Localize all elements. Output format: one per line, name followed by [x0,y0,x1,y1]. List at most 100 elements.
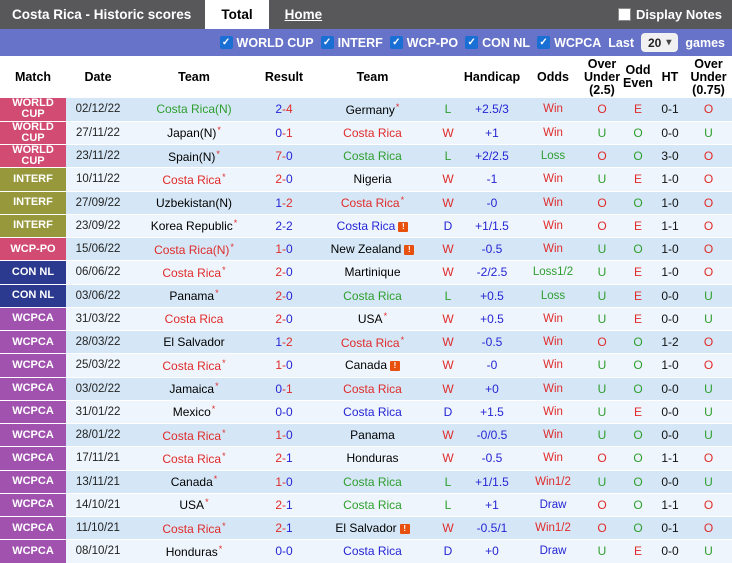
match-competition: WORLD CUP [0,98,66,122]
away-team-name[interactable]: New Zealand [331,242,402,256]
filter-item-con-nl: ✓ CON NL [465,36,530,50]
home-team-cell: Costa Rica [130,307,258,332]
note-icon: ! [404,245,415,256]
display-notes-checkbox[interactable] [618,8,632,21]
away-team-name[interactable]: Costa Rica [343,126,402,140]
score-cell: 1-0 [258,237,310,262]
match-date: 25/03/22 [66,353,130,378]
home-advantage-star-icon: * [383,311,388,322]
match-row: CON NL 06/06/22 Costa Rica* 2-0 Martinique W -… [0,260,732,285]
away-team-cell: Honduras [310,446,435,471]
handicap-value: +0.5 [461,284,523,308]
away-team-cell: New Zealand! [310,237,435,262]
home-team-name[interactable]: Costa Rica [162,359,221,373]
away-team-name[interactable]: Honduras [346,451,398,465]
away-team-cell: Panama [310,423,435,448]
away-score: 0 [286,311,293,326]
home-score: 1 [275,242,282,257]
away-team-name[interactable]: Costa Rica [343,498,402,512]
odd-even: O [621,191,655,215]
away-team-name[interactable]: Costa Rica [343,149,402,163]
tab-home[interactable]: Home [269,0,339,29]
match-competition: WORLD CUP [0,144,66,169]
away-team-cell: Costa Rica [310,400,435,425]
away-team-cell: Costa Rica [310,377,435,401]
checkbox-checked-icon[interactable]: ✓ [537,36,551,49]
home-team-name[interactable]: El Salvador [163,335,224,349]
checkbox-checked-icon[interactable]: ✓ [320,36,334,49]
home-team-name[interactable]: Costa Rica [162,173,221,187]
col-header-9: Odd Even [621,56,655,98]
away-team-name[interactable]: Costa Rica [337,219,396,233]
home-team-name[interactable]: Costa Rica [165,312,224,326]
away-team-name[interactable]: Costa Rica [343,289,402,303]
home-team-name[interactable]: Panama [169,289,214,303]
odd-even: E [621,98,655,122]
match-competition: WCPCA [0,423,66,448]
away-team-name[interactable]: Costa Rica [343,405,402,419]
handicap-odds-result: Win [523,446,583,471]
odd-even: O [621,237,655,262]
away-score: 2 [286,335,293,350]
handicap-odds-result: Loss1/2 [523,260,583,285]
away-team-name[interactable]: Nigeria [353,172,391,186]
home-score: 2 [275,497,282,512]
win-draw-loss: L [435,470,461,494]
last-games-value: 20 [648,35,662,50]
home-team-name[interactable]: Costa Rica [162,522,221,536]
checkbox-checked-icon[interactable]: ✓ [219,36,233,49]
halftime-score: 0-0 [655,121,685,146]
home-team-name[interactable]: Jamaica [169,382,214,396]
checkbox-checked-icon[interactable]: ✓ [389,36,403,49]
tab-total[interactable]: Total [205,0,269,29]
home-team-name[interactable]: Mexico [173,405,211,419]
away-team-name[interactable]: Canada [345,358,387,372]
home-team-name[interactable]: Costa Rica(N) [156,102,231,116]
handicap-odds-result: Win [523,353,583,378]
home-team-cell: Mexico* [130,400,258,425]
match-competition: WCPCA [0,330,66,355]
handicap-value: -0.5/1 [461,516,523,541]
away-team-name[interactable]: Costa Rica [343,475,402,489]
col-header-4: Team [310,56,435,98]
over-under-2-5: O [583,446,621,471]
away-team-name[interactable]: Martinique [344,265,400,279]
away-team-name[interactable]: USA [358,312,383,326]
home-team-name[interactable]: Uzbekistan(N) [156,196,232,210]
home-team-name[interactable]: Japan(N) [167,126,216,140]
away-team-name[interactable]: Costa Rica [343,382,402,396]
last-games-select[interactable]: 20 ▾ [641,33,679,52]
home-team-name[interactable]: Spain(N) [168,150,215,164]
home-team-name[interactable]: Canada [171,475,213,489]
match-date: 23/09/22 [66,214,130,239]
match-date: 03/06/22 [66,284,130,308]
over-under-2-5: U [583,121,621,146]
home-team-name[interactable]: Costa Rica [162,429,221,443]
away-team-name[interactable]: Costa Rica [341,196,400,210]
home-team-name[interactable]: Korea Republic [151,219,233,233]
home-score: 2 [275,288,282,303]
match-row: WCPCA 11/10/21 Costa Rica* 2-1 El Salvador! W… [0,516,732,541]
away-team-name[interactable]: Germany [346,103,395,117]
score-cell: 1-0 [258,423,310,448]
home-team-name[interactable]: Costa Rica(N) [154,243,229,257]
home-team-name[interactable]: Costa Rica [162,266,221,280]
home-score: 1 [275,335,282,350]
score-cell: 1-2 [258,330,310,355]
home-score: 2 [275,265,282,280]
match-competition: WCPCA [0,353,66,378]
score-cell: 1-0 [258,470,310,494]
away-team-name[interactable]: Panama [350,428,395,442]
away-team-name[interactable]: Costa Rica [341,336,400,350]
col-header-7: Odds [523,56,583,98]
match-competition: WCPCA [0,377,66,401]
home-team-name[interactable]: Costa Rica [162,452,221,466]
away-team-name[interactable]: Costa Rica [343,544,402,558]
checkbox-checked-icon[interactable]: ✓ [465,36,479,49]
away-team-cell: El Salvador! [310,516,435,541]
away-team-name[interactable]: El Salvador [335,521,396,535]
col-header-0: Match [0,56,66,98]
home-team-name[interactable]: Honduras [166,545,218,559]
home-team-name[interactable]: USA [179,498,204,512]
over-under-2-5: O [583,493,621,518]
